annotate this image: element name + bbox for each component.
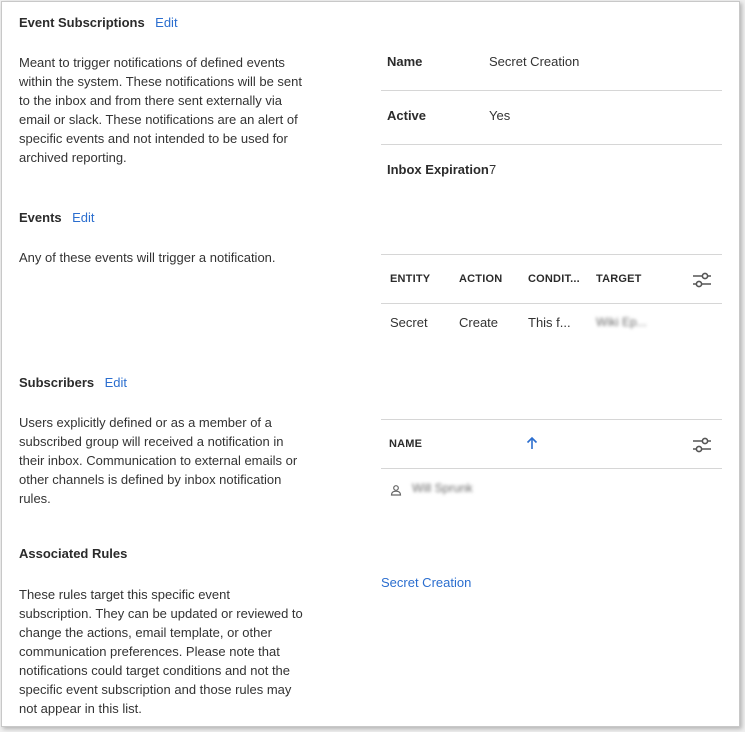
subscribers-description: Users explicitly defined or as a member … xyxy=(19,415,298,506)
name-field-label: Name xyxy=(387,54,423,69)
column-header-target[interactable]: TARGET xyxy=(596,273,642,285)
events-description: Any of these events will trigger a notif… xyxy=(19,250,276,265)
column-settings-icon[interactable] xyxy=(692,271,712,289)
events-heading: Events xyxy=(19,210,62,225)
active-field-value: Yes xyxy=(489,108,511,123)
column-header-condition[interactable]: CONDIT... xyxy=(528,273,580,285)
cell-condition: This f... xyxy=(528,315,571,330)
name-field-value: Secret Creation xyxy=(489,54,580,69)
event-subscriptions-description: Meant to trigger notifications of define… xyxy=(19,55,303,165)
event-subscriptions-header: Event Subscriptions Edit xyxy=(19,14,178,32)
user-icon xyxy=(390,483,402,496)
column-header-action[interactable]: ACTION xyxy=(459,273,502,285)
divider xyxy=(381,144,722,145)
cell-target: Wiki Ep... xyxy=(596,315,647,329)
event-subscriptions-heading: Event Subscriptions xyxy=(19,15,145,30)
events-header: Events Edit xyxy=(19,209,95,227)
events-edit-link[interactable]: Edit xyxy=(72,210,94,225)
table-row[interactable]: Will Sprunk xyxy=(381,469,722,507)
table-row[interactable]: Secret Create This f... Wiki Ep... xyxy=(381,304,722,344)
inbox-expiration-label: Inbox Expiration xyxy=(387,162,489,177)
inbox-expiration-value: 7 xyxy=(489,162,497,177)
column-settings-icon[interactable] xyxy=(692,436,712,454)
rule-link-secret-creation[interactable]: Secret Creation xyxy=(381,575,471,590)
table-top-border xyxy=(381,254,722,255)
cell-entity: Secret xyxy=(390,315,428,330)
associated-rules-heading: Associated Rules xyxy=(19,546,128,561)
divider xyxy=(381,90,722,91)
column-header-name[interactable]: NAME xyxy=(389,438,422,450)
associated-rules-description: These rules target this specific event s… xyxy=(19,587,303,716)
sort-ascending-icon[interactable] xyxy=(526,436,538,450)
active-field-label: Active xyxy=(387,108,427,123)
subscribers-header: Subscribers Edit xyxy=(19,374,127,392)
cell-action: Create xyxy=(459,315,499,330)
column-header-entity[interactable]: ENTITY xyxy=(390,273,430,285)
subscribers-edit-link[interactable]: Edit xyxy=(105,375,127,390)
subscriber-name: Will Sprunk xyxy=(412,481,473,495)
table-top-border xyxy=(381,419,722,420)
event-subscription-panel: Event Subscriptions Edit Meant to trigge… xyxy=(1,1,740,727)
event-subscriptions-edit-link[interactable]: Edit xyxy=(155,15,177,30)
subscribers-heading: Subscribers xyxy=(19,375,95,390)
